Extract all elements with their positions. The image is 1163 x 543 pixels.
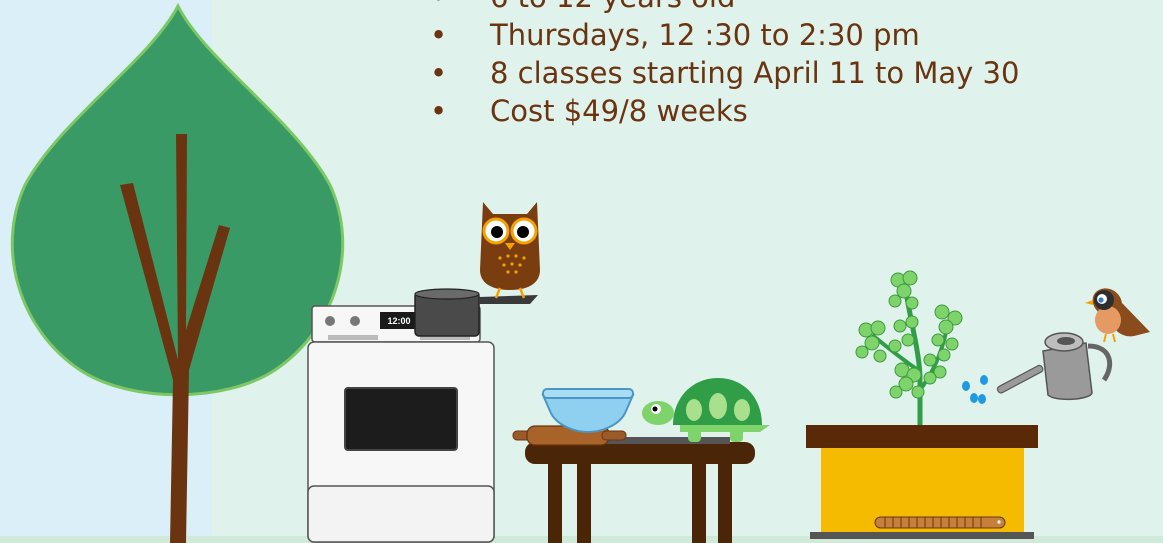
bullet-cost: Cost $49/8 weeks: [430, 92, 1019, 130]
stove-clock-text: 12:00: [387, 316, 410, 326]
owl-icon: [480, 202, 540, 299]
worm-icon: [874, 516, 1006, 529]
class-info-list: 6 to 12 years old Thursdays, 12 :30 to 2…: [430, 0, 1019, 130]
stove-icon: 12:00: [307, 305, 495, 543]
bullet-age: 6 to 12 years old: [430, 0, 1019, 16]
bullet-schedule: Thursdays, 12 :30 to 2:30 pm: [430, 16, 1019, 54]
bullet-dates: 8 classes starting April 11 to May 30: [430, 54, 1019, 92]
